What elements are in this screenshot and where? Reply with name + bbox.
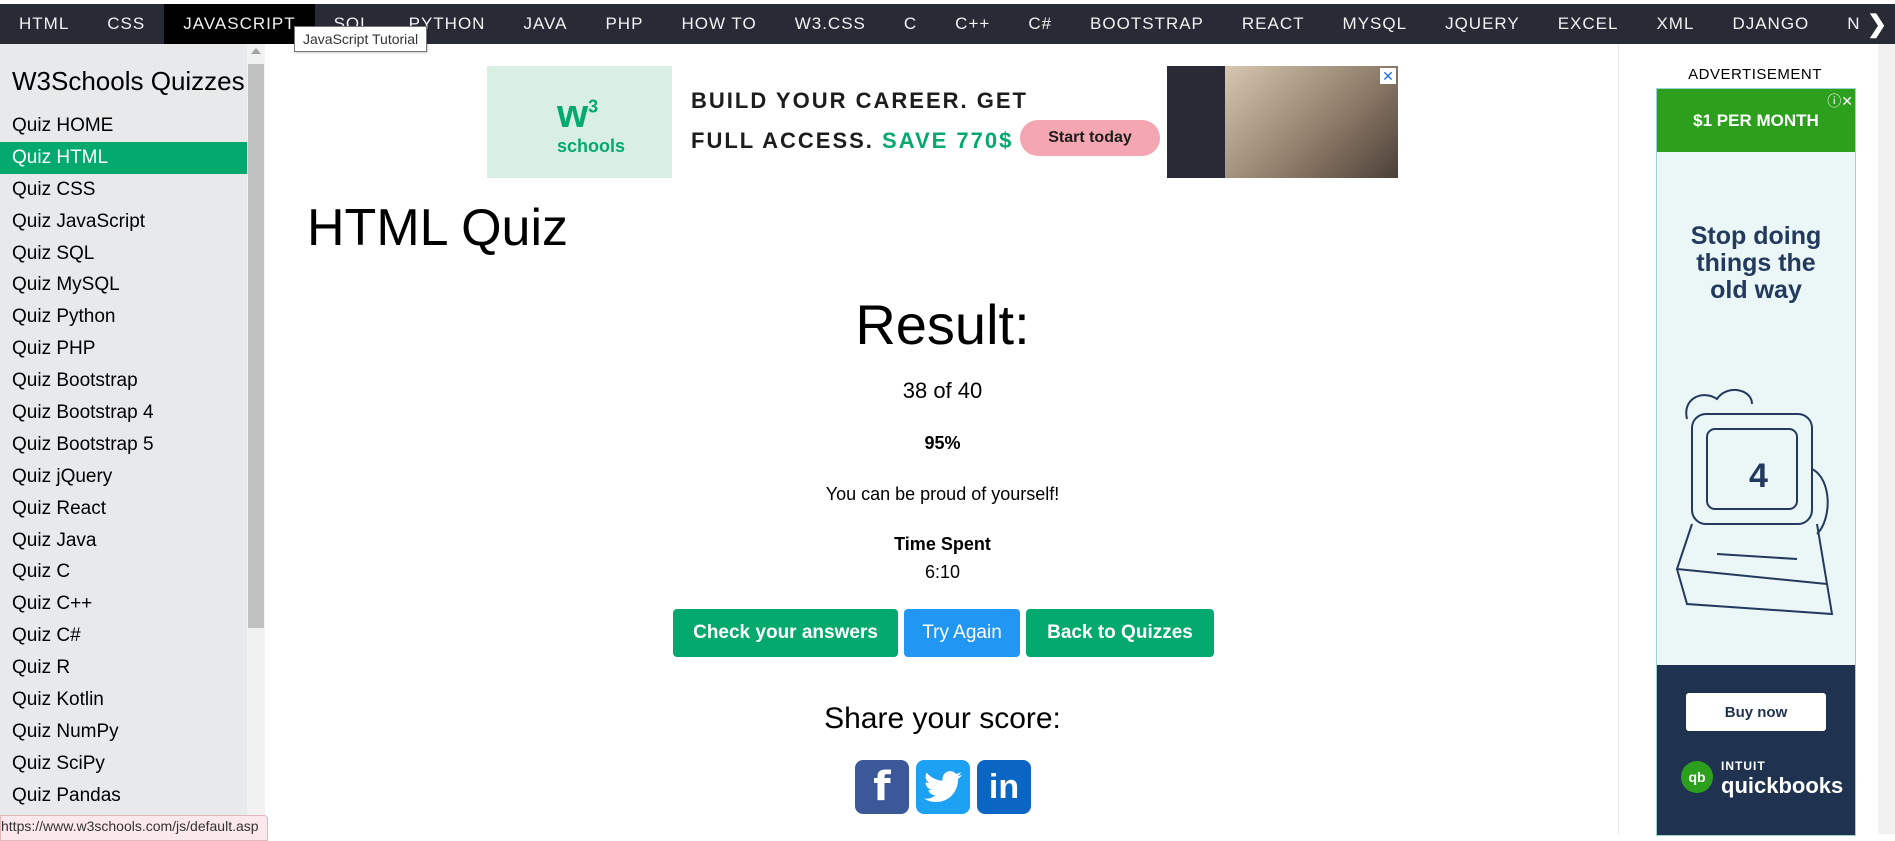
nav-tooltip: JavaScript Tutorial [294,26,428,52]
intuit-brand: INTUIT [1721,759,1766,773]
nav-item-how-to[interactable]: HOW TO [662,4,775,44]
sidebar-item-quiz-javascript[interactable]: Quiz JavaScript [0,206,247,238]
content-divider [1618,44,1619,834]
quickbooks-brand: quickbooks [1721,773,1844,798]
nav-item-csharp[interactable]: C# [1009,4,1071,44]
nav-item-php[interactable]: PHP [586,4,662,44]
linkedin-glyph: in [988,767,1020,806]
nav-item-w3css[interactable]: W3.CSS [776,4,885,44]
start-today-button[interactable]: Start today [1020,120,1160,156]
sidebar-item-quiz-sql[interactable]: Quiz SQL [0,238,247,270]
close-icon[interactable]: ✕ [1380,68,1396,84]
career-banner-ad[interactable]: w3 schools BUILD YOUR CAREER. GET FULL A… [487,66,1398,178]
nav-item-react[interactable]: REACT [1223,4,1324,44]
nav-item-cpp[interactable]: C++ [936,4,1009,44]
w3schools-logo: w3 [557,92,598,137]
sidebar-item-quiz-html[interactable]: Quiz HTML [0,141,247,174]
buy-now-button[interactable]: Buy now [1686,693,1826,731]
nav-item-c[interactable]: C [885,4,936,44]
page-scrollbar[interactable] [1878,44,1895,834]
linkedin-share-icon[interactable]: in [977,760,1031,814]
ad-headline-line1: Stop doing [1690,222,1822,250]
result-message: You can be proud of yourself! [825,484,1060,504]
status-bar-url: https://www.w3schools.com/js/default.asp [0,815,268,841]
advertisement-label: ADVERTISEMENT [1688,66,1822,83]
quickbooks-logo-icon: qb [1681,761,1713,793]
sidebar-item-quiz-pandas[interactable]: Quiz Pandas [0,780,247,812]
twitter-bird-icon [924,771,962,803]
nav-item-django[interactable]: DJANGO [1713,4,1828,44]
nav-item-javascript[interactable]: JAVASCRIPT [164,4,315,44]
result-heading: Result: [855,293,1030,356]
ad-info-close-icon[interactable]: ⓘ✕ [1827,91,1853,111]
sidebar-item-quiz-r[interactable]: Quiz R [0,652,247,684]
nav-item-html[interactable]: HTML [0,4,88,44]
nav-item-java[interactable]: JAVA [504,4,586,44]
facebook-glyph: f [873,764,891,810]
score-text: 38 of 40 [902,378,983,403]
share-heading: Share your score: [824,702,1061,735]
scroll-up-arrow-icon[interactable] [251,48,261,54]
old-computer-illustration-icon: 4 [1675,389,1834,616]
ad-headline-line2: things the [1696,249,1816,277]
back-to-quizzes-button[interactable]: Back to Quizzes [1026,609,1214,657]
illustration-number: 4 [1749,457,1768,495]
ad-headline-line3: old way [1710,276,1802,304]
nav-scroll-right-icon[interactable]: ❯ [1859,4,1895,44]
top-navigation-bar: HTML CSS JAVASCRIPT SQL PYTHON JAVA PHP … [0,4,1895,44]
sidebar-item-quiz-csharp[interactable]: Quiz C# [0,620,247,652]
sidebar-item-quiz-home[interactable]: Quiz HOME [0,110,247,142]
sidebar-item-quiz-scipy[interactable]: Quiz SciPy [0,748,247,780]
sidebar-title: W3Schools Quizzes [12,66,245,96]
twitter-share-icon[interactable] [916,760,970,814]
price-bar: $1 PER MONTH [1657,89,1855,152]
score-percentage: 95% [924,433,961,453]
banner-savings: SAVE 770$ [882,128,1014,153]
logo-letter: w [557,92,589,136]
banner-headline-line2: FULL ACCESS. SAVE 770$ [691,128,1013,154]
sidebar-item-quiz-cpp[interactable]: Quiz C++ [0,588,247,620]
quickbooks-side-ad[interactable]: $1 PER MONTH ⓘ✕ Stop doing things the ol… [1656,88,1856,836]
banner-headline-line1: BUILD YOUR CAREER. GET [691,88,1028,113]
try-again-button[interactable]: Try Again [904,609,1020,657]
banner-photo [1225,66,1398,178]
logo-superscript: 3 [588,96,599,117]
ad-headline: Stop doing things the old way [1657,223,1855,304]
facebook-share-icon[interactable]: f [855,760,909,814]
time-spent-value: 6:10 [924,562,961,582]
banner-headline-prefix: FULL ACCESS. [691,128,874,153]
time-spent-label: Time Spent [894,534,991,554]
nav-item-mysql[interactable]: MYSQL [1324,4,1427,44]
ad-dark-panel [1657,665,1855,835]
nav-item-bootstrap[interactable]: BOOTSTRAP [1071,4,1223,44]
nav-item-jquery[interactable]: JQUERY [1426,4,1539,44]
nav-item-css[interactable]: CSS [88,4,164,44]
check-answers-button[interactable]: Check your answers [673,609,898,657]
logo-wordmark: schools [557,136,626,156]
sidebar-item-quiz-css[interactable]: Quiz CSS [0,174,247,206]
page-title: HTML Quiz [307,199,568,257]
nav-item-excel[interactable]: EXCEL [1539,4,1638,44]
w3schools-logo-panel: w3 schools [487,66,672,178]
nav-item-xml[interactable]: XML [1637,4,1713,44]
